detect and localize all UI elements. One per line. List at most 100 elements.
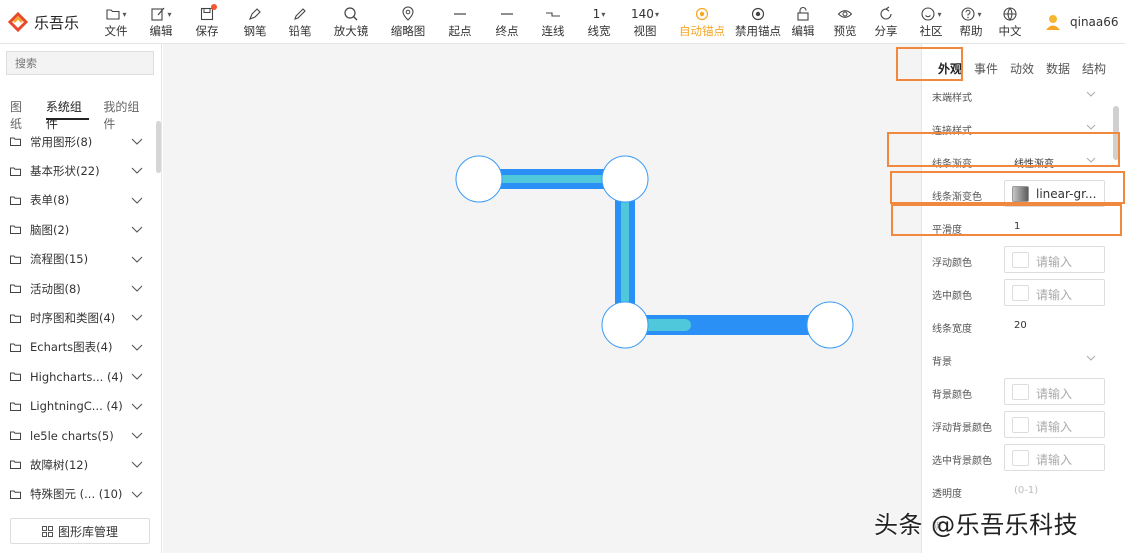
color-input[interactable]: linear-gr... xyxy=(1004,180,1105,207)
tool-magnifier[interactable]: 放大镜 xyxy=(329,4,373,42)
search-input[interactable] xyxy=(6,51,154,75)
tool-connector[interactable]: 连线 xyxy=(531,4,575,42)
library-manage-button[interactable]: 图形库管理 xyxy=(10,518,150,544)
color-swatch[interactable] xyxy=(1012,252,1029,268)
polyline-connector[interactable] xyxy=(479,169,830,335)
app-logo[interactable]: 乐吾乐 xyxy=(8,10,79,34)
color-swatch[interactable] xyxy=(1012,384,1029,400)
tab-events[interactable]: 事件 xyxy=(968,60,1004,80)
color-swatch[interactable] xyxy=(1012,450,1029,466)
category-label: 故障树(12) xyxy=(30,457,89,472)
tool-file[interactable]: ▾ 文件 xyxy=(94,4,138,42)
category-label: Highcharts... (4) xyxy=(30,369,124,384)
tool-eye[interactable]: 预览 xyxy=(823,4,867,42)
property-row[interactable]: 末端样式 xyxy=(922,79,1120,112)
share-icon xyxy=(878,4,894,24)
drawing-canvas[interactable] xyxy=(163,44,921,553)
category-label: 常用图形(8) xyxy=(30,134,93,149)
sidebar-tabs: 图纸 系统组件 我的组件 xyxy=(10,98,161,131)
panel-scrollbar[interactable] xyxy=(1113,106,1119,160)
category-label: 流程图(15) xyxy=(30,252,89,267)
chevron-down-icon xyxy=(131,285,143,292)
select-value[interactable]: 线性渐变 xyxy=(1014,155,1054,170)
tool-help[interactable]: ▾ 帮助 xyxy=(949,4,993,42)
tool-value: 140 xyxy=(631,7,654,21)
color-input[interactable]: 请输入 xyxy=(1004,378,1105,405)
tool-label: 线宽 xyxy=(587,24,611,38)
category-item[interactable]: 基本形状(22) xyxy=(0,156,155,185)
tool-value-11[interactable]: 140 ▾ 视图 xyxy=(623,4,667,42)
avatar xyxy=(1046,15,1060,30)
tool-line-end[interactable]: 终点 xyxy=(485,4,529,42)
category-item[interactable]: 时序图和类图(4) xyxy=(0,303,155,332)
tool-community[interactable]: ▾ 社区 xyxy=(909,4,953,42)
color-value: 请输入 xyxy=(1036,420,1073,434)
tool-label: 终点 xyxy=(495,24,519,38)
anchor-point-corner-2[interactable] xyxy=(601,301,649,349)
property-row[interactable]: 连接样式 xyxy=(922,112,1120,145)
property-value[interactable]: 1 xyxy=(1014,221,1020,232)
tool-thumbnail[interactable]: 缩略图 xyxy=(386,4,430,42)
tab-structure[interactable]: 结构 xyxy=(1076,60,1112,80)
color-input[interactable]: 请输入 xyxy=(1004,279,1105,306)
color-swatch[interactable] xyxy=(1012,417,1029,433)
color-input[interactable]: 请输入 xyxy=(1004,411,1105,438)
color-input[interactable]: 请输入 xyxy=(1004,246,1105,273)
user-menu[interactable]: qinaa66 xyxy=(1044,12,1119,32)
tool-save[interactable]: 保存 xyxy=(185,4,229,42)
property-value[interactable]: 20 xyxy=(1014,320,1027,331)
folder-icon xyxy=(10,460,21,470)
property-row[interactable]: 背景 xyxy=(922,343,1120,376)
anchor-point-end[interactable] xyxy=(806,301,854,349)
category-item[interactable]: 表单(8) xyxy=(0,186,155,215)
tab-data[interactable]: 数据 xyxy=(1040,60,1076,80)
category-item[interactable]: Echarts图表(4) xyxy=(0,333,155,362)
tool-auto-anchor[interactable]: 自动锚点 xyxy=(679,4,725,42)
caret-down-icon: ▾ xyxy=(167,9,172,19)
category-item[interactable]: Highcharts... (4) xyxy=(0,362,155,391)
tab-animation[interactable]: 动效 xyxy=(1004,60,1040,80)
tool-share[interactable]: 分享 xyxy=(864,4,908,42)
folder-icon xyxy=(10,167,21,176)
property-label: 线条渐变色 xyxy=(932,192,982,203)
tool-label: 文件 xyxy=(104,24,128,38)
username: qinaa66 xyxy=(1070,15,1119,29)
property-value: (0-1) xyxy=(1014,485,1039,496)
color-swatch[interactable] xyxy=(1012,186,1029,202)
tool-globe[interactable]: 中文 xyxy=(988,4,1032,42)
caret-down-icon: ▾ xyxy=(122,9,127,19)
tool-disable-anchor[interactable]: 禁用锚点 xyxy=(735,4,781,42)
tool-line-start[interactable]: 起点 xyxy=(438,4,482,42)
tool-pencil[interactable]: 铅笔 xyxy=(278,4,322,42)
anchor-point-start[interactable] xyxy=(455,155,503,203)
tab-appearance[interactable]: 外观 xyxy=(932,60,968,80)
tool-pen[interactable]: 钢笔 xyxy=(233,4,277,42)
category-item[interactable]: 流程图(15) xyxy=(0,245,155,274)
tool-value-10[interactable]: 1 ▾ 线宽 xyxy=(577,4,621,42)
category-item[interactable]: 活动图(8) xyxy=(0,274,155,303)
category-item[interactable]: 脑图(2) xyxy=(0,215,155,244)
folder-icon xyxy=(10,372,21,382)
chevron-down-icon xyxy=(131,138,143,145)
tab-system-components[interactable]: 系统组件 xyxy=(45,98,90,131)
tool-edit[interactable]: ▾ 编辑 xyxy=(139,4,183,42)
category-item[interactable]: 特殊图元 (... (10) xyxy=(0,480,155,509)
caret-down-icon: ▾ xyxy=(937,9,942,19)
category-item[interactable]: LightningC... (4) xyxy=(0,392,155,421)
category-item[interactable]: 故障树(12) xyxy=(0,450,155,479)
tab-my-components[interactable]: 我的组件 xyxy=(103,98,147,131)
pen-icon xyxy=(247,4,263,24)
color-swatch[interactable] xyxy=(1012,285,1029,301)
property-row[interactable]: 线条渐变 线性渐变 xyxy=(922,145,1120,178)
color-input[interactable]: 请输入 xyxy=(1004,444,1105,471)
sidebar-scrollbar[interactable] xyxy=(156,121,161,173)
tool-lock-edit[interactable]: 编辑 xyxy=(781,4,825,42)
tool-label: 视图 xyxy=(633,24,657,38)
tab-drawings[interactable]: 图纸 xyxy=(10,98,32,131)
category-item[interactable]: 常用图形(8) xyxy=(0,127,155,156)
category-item[interactable]: le5le charts(5) xyxy=(0,421,155,450)
chevron-down-icon xyxy=(131,256,143,263)
chevron-down-icon xyxy=(131,403,143,410)
anchor-point-corner-1[interactable] xyxy=(601,155,649,203)
tool-label: 钢笔 xyxy=(243,24,267,38)
